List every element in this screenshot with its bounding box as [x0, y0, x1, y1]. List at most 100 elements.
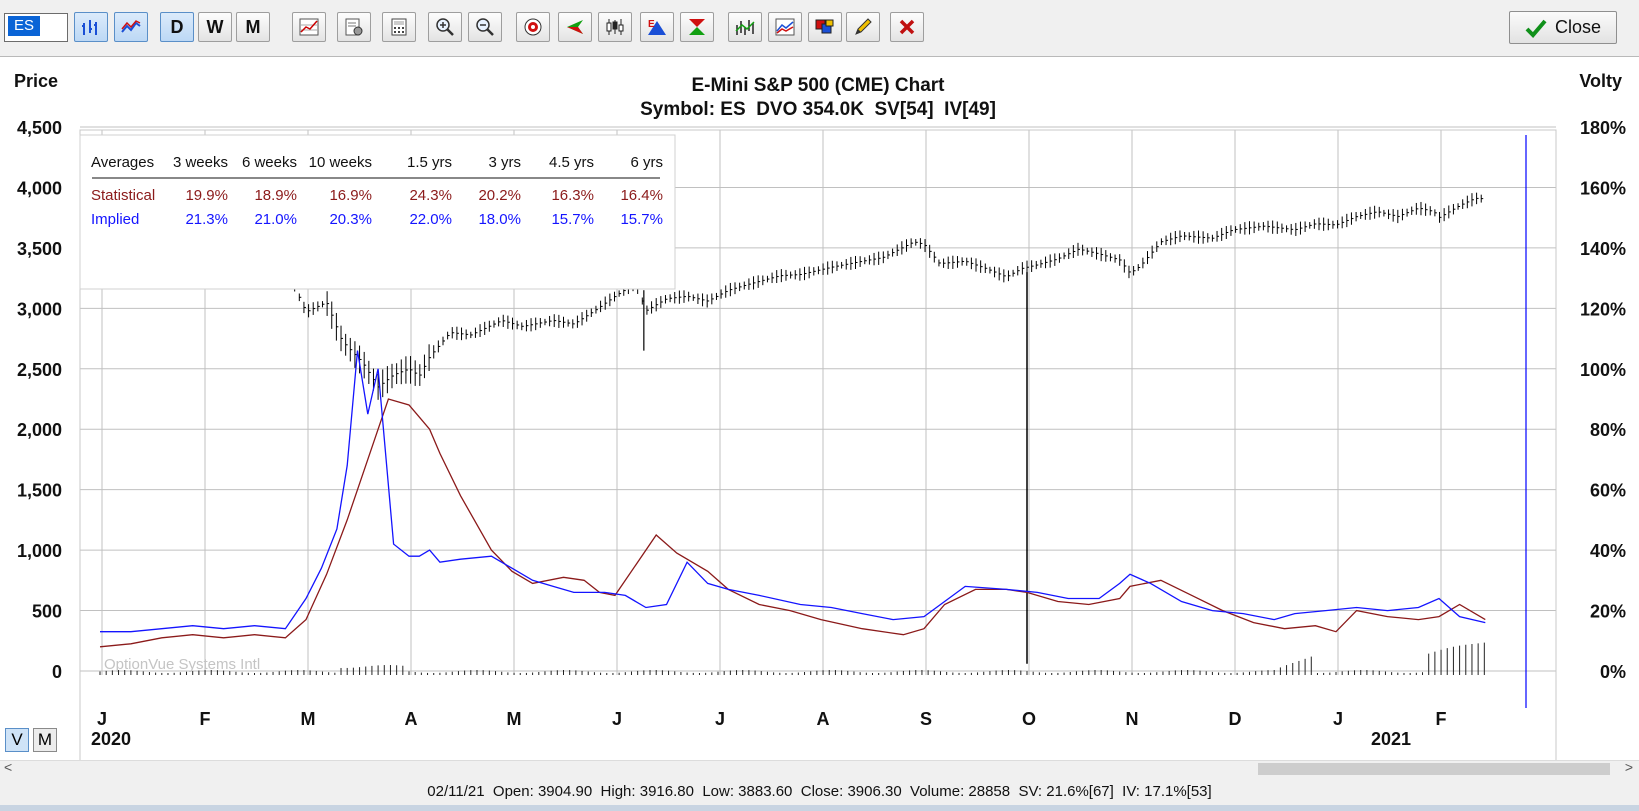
- zoom-in-button[interactable]: [428, 12, 462, 42]
- month-tick-label: F: [200, 709, 211, 729]
- svg-text:E: E: [648, 19, 655, 30]
- view-v-toggle[interactable]: V: [5, 728, 29, 752]
- calculator-button[interactable]: [382, 12, 416, 42]
- status-close-label: Close:: [800, 782, 844, 800]
- averages-header-cell: 4.5 yrs: [549, 154, 594, 171]
- right-tick-label: 160%: [1580, 178, 1626, 198]
- averages-statistical-cell: 19.9%: [185, 187, 228, 204]
- report-button[interactable]: [337, 12, 371, 42]
- status-volume-label: Volume:: [910, 782, 965, 800]
- chart-subtitle: Symbol: ES DVO 354.0K SV[54] IV[49]: [640, 99, 996, 120]
- zoom-out-icon: [476, 18, 494, 36]
- left-tick-label: 500: [32, 602, 62, 622]
- hourglass-icon: [689, 19, 705, 35]
- scroll-left-arrow[interactable]: <: [4, 759, 12, 775]
- scrollbar-thumb[interactable]: [1258, 763, 1610, 775]
- delete-button[interactable]: [890, 12, 924, 42]
- status-low-label: Low:: [702, 782, 734, 800]
- volume-bars-icon: [735, 20, 755, 35]
- left-tick-label: 3,000: [17, 299, 62, 319]
- checkmark-icon: [1525, 19, 1547, 38]
- chart-panel[interactable]: Price Volty E-Mini S&P 500 (CME) Chart S…: [0, 57, 1639, 766]
- right-tick-label: 80%: [1590, 420, 1626, 440]
- close-button[interactable]: Close: [1509, 11, 1617, 44]
- averages-implied-cell: Implied: [91, 211, 139, 228]
- view-m-toggle[interactable]: M: [33, 728, 57, 752]
- status-low: 3883.60: [738, 782, 793, 800]
- month-tick-label: F: [1436, 709, 1447, 729]
- line-chart-button[interactable]: [114, 12, 148, 42]
- symbol-input-value[interactable]: ES: [8, 16, 41, 36]
- right-tick-label: 120%: [1580, 299, 1626, 319]
- averages-implied-cell: 15.7%: [620, 211, 663, 228]
- scroll-left-button[interactable]: [558, 12, 592, 42]
- month-tick-label: S: [920, 709, 932, 729]
- right-tick-label: 0%: [1600, 662, 1626, 682]
- dividends-button[interactable]: [680, 12, 714, 42]
- scroll-right-arrow[interactable]: >: [1625, 759, 1633, 775]
- left-tick-label: 4,000: [17, 178, 62, 198]
- right-axis-label: Volty: [1579, 71, 1622, 91]
- earnings-button[interactable]: E: [640, 12, 674, 42]
- price-volatility-chart[interactable]: Price Volty E-Mini S&P 500 (CME) Chart S…: [0, 57, 1639, 766]
- horizontal-scrollbar[interactable]: < >: [0, 759, 1639, 777]
- arrow-left-icon: [567, 20, 583, 34]
- right-tick-label: 40%: [1590, 541, 1626, 561]
- month-tick-label: J: [97, 709, 107, 729]
- averages-header-cell: 6 yrs: [630, 154, 663, 171]
- right-tick-label: 140%: [1580, 239, 1626, 259]
- draw-button[interactable]: [846, 12, 880, 42]
- monthly-button[interactable]: M: [236, 12, 270, 42]
- left-axis-ticks: 4,500 4,000 3,500 3,000 2,500 2,000 1,500 1,000…: [17, 118, 62, 682]
- averages-statistical-cell: 18.9%: [254, 187, 297, 204]
- averages-header-cell: 10 weeks: [309, 154, 372, 171]
- month-tick-label: M: [507, 709, 522, 729]
- right-tick-label: 100%: [1580, 360, 1626, 380]
- status-sv-label: SV:: [1018, 782, 1043, 800]
- red-x-icon: [899, 19, 915, 35]
- candlestick-icon: [606, 19, 624, 35]
- right-tick-label: 180%: [1580, 118, 1626, 138]
- bar-chart-button[interactable]: [74, 12, 108, 42]
- target-button[interactable]: [516, 12, 550, 42]
- calculator-icon: [391, 18, 407, 36]
- x-axis-ticks: J F M A M J J A S O N D J F 2020 2021: [91, 709, 1447, 749]
- month-tick-label: O: [1022, 709, 1036, 729]
- status-iv: 17.1%[53]: [1144, 782, 1212, 800]
- left-tick-label: 3,500: [17, 239, 62, 259]
- daily-button[interactable]: D: [160, 12, 194, 42]
- year-label-start: 2020: [91, 729, 131, 749]
- averages-implied-cell: 21.0%: [254, 211, 297, 228]
- averages-statistical-cell: Statistical: [91, 187, 155, 204]
- dual-line-chart-icon: [775, 18, 795, 36]
- left-tick-label: 0: [52, 662, 62, 682]
- left-tick-label: 1,000: [17, 541, 62, 561]
- averages-implied-cell: 22.0%: [409, 211, 452, 228]
- close-button-label: Close: [1554, 17, 1602, 37]
- averages-header-cell: 1.5 yrs: [407, 154, 452, 171]
- symbol-input[interactable]: ES: [4, 13, 68, 42]
- averages-table: Averages 3 weeks 6 weeks 10 weeks 1.5 yrs 3 y…: [79, 134, 676, 290]
- candles-button[interactable]: [598, 12, 632, 42]
- month-tick-label: J: [715, 709, 725, 729]
- status-bar: 02/11/21 Open: 3904.90 High: 3916.80 Low…: [0, 777, 1639, 805]
- weekly-button[interactable]: W: [198, 12, 232, 42]
- averages-statistical-cell: 16.9%: [329, 187, 372, 204]
- volume-button[interactable]: [728, 12, 762, 42]
- chart-title: E-Mini S&P 500 (CME) Chart: [691, 75, 945, 96]
- averages-implied-cell: 18.0%: [478, 211, 521, 228]
- right-tick-label: 60%: [1590, 481, 1626, 501]
- averages-statistical-cell: 20.2%: [478, 187, 521, 204]
- watermark: OptionVue Systems Intl: [104, 656, 260, 673]
- status-open: 3904.90: [537, 782, 593, 800]
- averages-statistical-cell: 16.4%: [620, 187, 663, 204]
- averages-header-cell: 6 weeks: [242, 154, 297, 171]
- status-high: 3916.80: [639, 782, 694, 800]
- volatility-chart-button[interactable]: [768, 12, 802, 42]
- colors-button[interactable]: [808, 12, 842, 42]
- zoom-out-button[interactable]: [468, 12, 502, 42]
- status-open-label: Open:: [492, 782, 534, 800]
- studies-button[interactable]: [292, 12, 326, 42]
- averages-statistical-cell: 24.3%: [409, 187, 452, 204]
- status-iv-label: IV:: [1122, 782, 1140, 800]
